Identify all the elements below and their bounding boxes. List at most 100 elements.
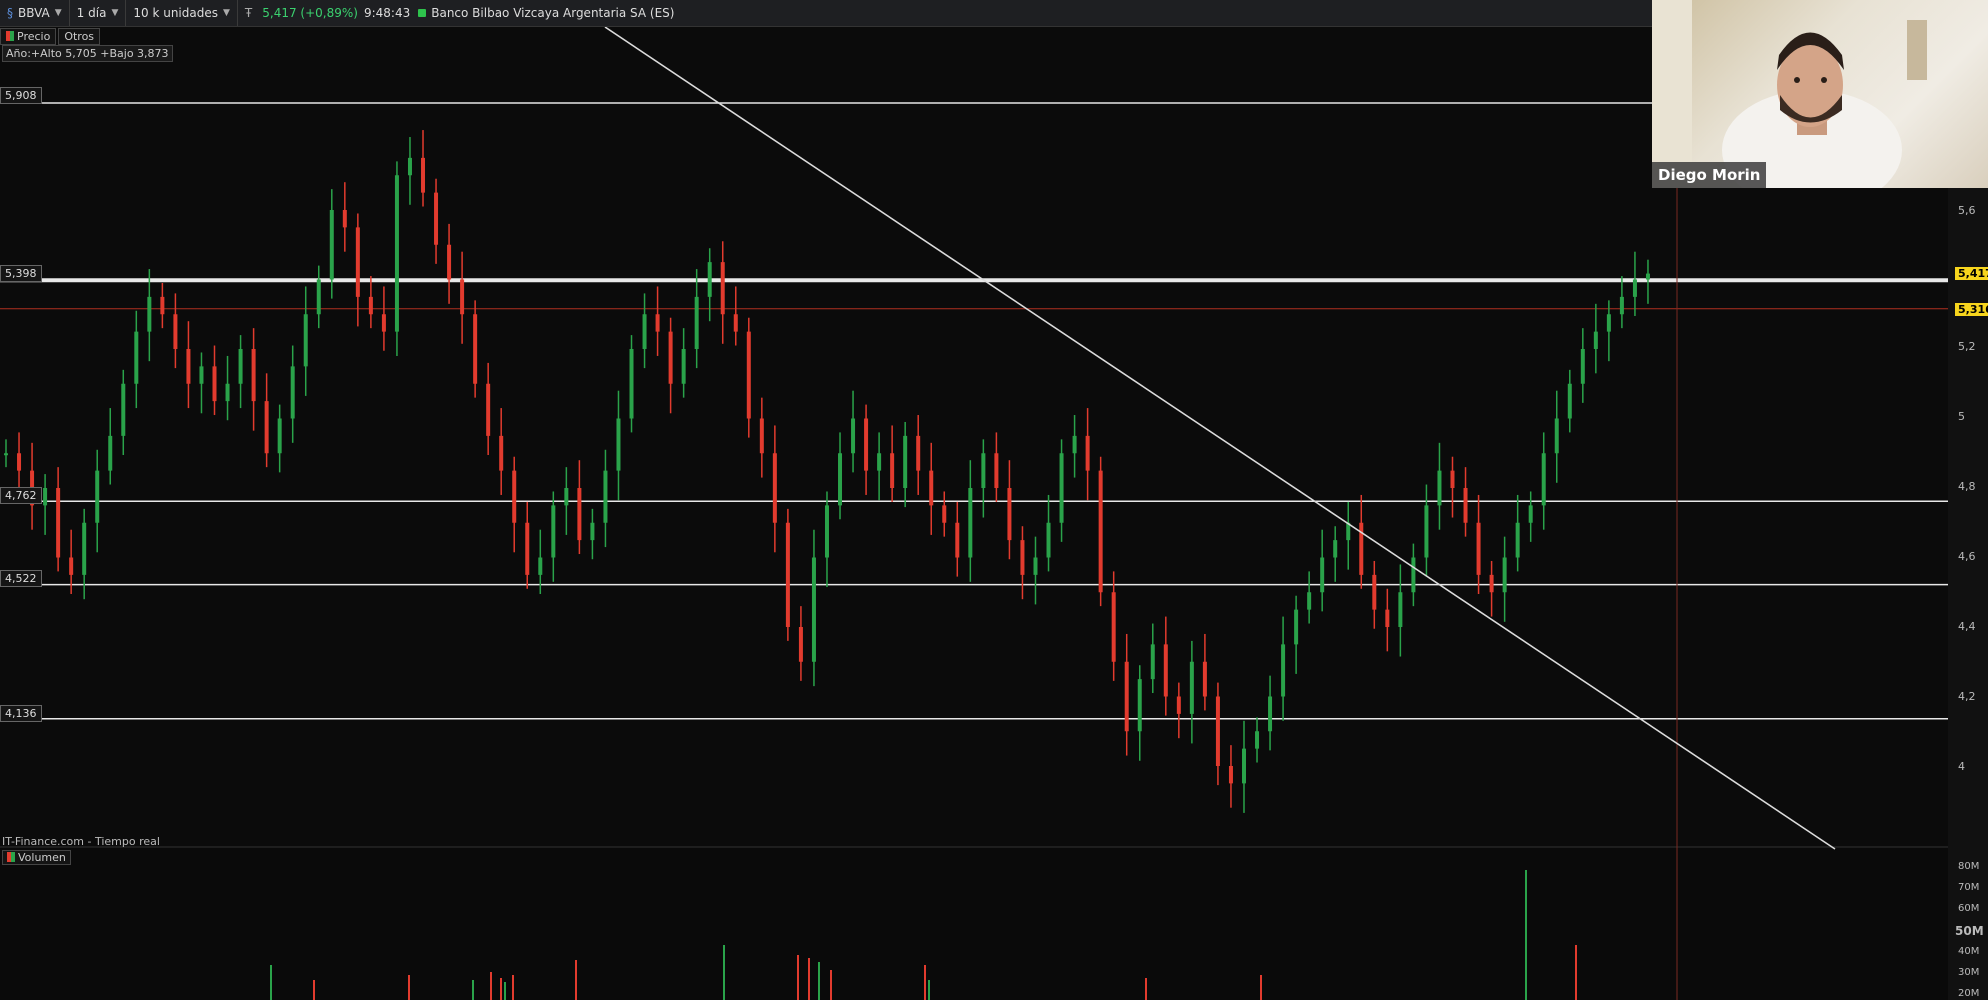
level-tag: 5,398 <box>0 265 42 282</box>
price-legend[interactable]: Precio <box>0 28 57 45</box>
candle-body <box>460 279 465 315</box>
candle-body <box>864 418 869 471</box>
candle-body <box>447 244 452 280</box>
candle-body <box>329 210 334 280</box>
candle-body <box>824 505 829 558</box>
level-tag: 4,762 <box>0 487 42 504</box>
candle-body <box>1241 748 1246 784</box>
chart-toolbar: § BBVA ▼ 1 día ▼ 10 k unidades ▼ Ŧ 5,417 (+0… <box>0 0 1652 27</box>
candle-body <box>838 453 843 506</box>
candle-body <box>916 435 921 471</box>
candle-body <box>551 505 556 558</box>
volume-tick-label: 40M <box>1958 946 1980 957</box>
candle-body <box>277 418 282 454</box>
candle-body <box>290 366 295 419</box>
candle-body <box>1007 488 1012 541</box>
volume-bar <box>1525 870 1527 1000</box>
level-tag: 4,136 <box>0 705 42 722</box>
volume-bar <box>313 980 315 1000</box>
candle-body <box>1489 574 1494 593</box>
volume-tick-label: 80M <box>1958 861 1980 872</box>
candle-body <box>1411 557 1416 593</box>
candle-body <box>1645 273 1650 280</box>
volume-bar <box>818 962 820 1000</box>
volume-bar <box>808 958 810 1000</box>
candle-body <box>1202 661 1207 697</box>
candle-body <box>4 453 8 456</box>
candle-body <box>877 453 882 471</box>
candle-body <box>486 383 491 436</box>
candle-body <box>1137 679 1142 732</box>
volume-tick-label: 20M <box>1958 988 1980 999</box>
candle-body <box>929 470 934 506</box>
candle-body <box>694 296 699 349</box>
volume-tick-label: 70M <box>1958 882 1980 893</box>
volume-tick-label: 30M <box>1958 967 1980 978</box>
year-range-info: Año:+Alto 5,705 +Bajo 3,873 <box>2 45 173 62</box>
candle-body <box>434 192 439 245</box>
candle-body <box>785 522 790 627</box>
ticker-selector[interactable]: § BBVA ▼ <box>0 0 70 26</box>
volume-bar <box>490 972 492 1000</box>
price-legend-label: Precio <box>17 30 51 43</box>
candle-body <box>1215 696 1220 766</box>
candle-body <box>264 401 269 454</box>
price-change: 5,417 (+0,89%) <box>262 6 358 20</box>
candle-body <box>1268 696 1273 732</box>
candle-body <box>173 314 178 349</box>
candle-body <box>1255 731 1260 749</box>
candle-body <box>903 435 908 488</box>
volume-bar <box>797 955 799 1000</box>
interval-selector[interactable]: 1 día ▼ <box>70 0 127 26</box>
candle-body <box>512 470 517 523</box>
candle-body <box>251 349 256 402</box>
level-tag: 4,522 <box>0 570 42 587</box>
candle-body <box>1567 383 1572 419</box>
candle-body <box>668 331 673 384</box>
company-name: Banco Bilbao Vizcaya Argentaria SA (ES) <box>431 6 675 20</box>
candle-body <box>1502 557 1507 593</box>
volume-bar <box>1260 975 1262 1000</box>
candle-body <box>1046 522 1051 558</box>
candle-body <box>1593 331 1598 349</box>
candle-body <box>1294 609 1299 645</box>
candle-body <box>1307 592 1312 610</box>
candle-body <box>316 279 321 315</box>
y-tick-label: 4,8 <box>1958 480 1976 493</box>
candle-body <box>1528 505 1533 523</box>
candle-swatch-icon <box>6 31 14 41</box>
candle-body <box>1176 696 1181 714</box>
candle-body <box>160 296 165 315</box>
level-tag: 5,908 <box>0 87 42 104</box>
text-tool-icon[interactable]: Ŧ <box>245 6 252 20</box>
chevron-down-icon: ▼ <box>54 8 62 18</box>
candle-body <box>1189 661 1194 714</box>
candle-body <box>473 314 478 384</box>
candle-body <box>199 366 204 384</box>
candle-body <box>981 453 986 488</box>
volume-bar <box>830 970 832 1000</box>
candle-body <box>1059 453 1064 523</box>
candle-body <box>95 470 100 523</box>
candle-body <box>1450 470 1455 488</box>
volume-legend[interactable]: Volumen <box>2 850 71 865</box>
candle-body <box>1281 644 1286 697</box>
presenter-name: Diego Morin <box>1652 162 1767 188</box>
units-selector[interactable]: 10 k unidades ▼ <box>126 0 238 26</box>
candle-body <box>890 453 895 488</box>
candle-body <box>56 488 61 558</box>
volume-tick-label: 50M <box>1955 924 1984 938</box>
candle-body <box>1098 470 1103 593</box>
volume-swatch-icon <box>7 852 15 862</box>
volume-bar <box>928 980 930 1000</box>
candle-body <box>1619 296 1624 315</box>
candle-body <box>629 349 634 419</box>
others-legend[interactable]: Otros <box>58 28 101 45</box>
y-tick-label: 4 <box>1958 760 1965 773</box>
candle-body <box>303 314 308 367</box>
candle-body <box>681 349 686 384</box>
candle-body <box>1072 435 1077 454</box>
candle-body <box>707 262 712 297</box>
candle-body <box>108 435 113 471</box>
candle-body <box>186 349 191 384</box>
